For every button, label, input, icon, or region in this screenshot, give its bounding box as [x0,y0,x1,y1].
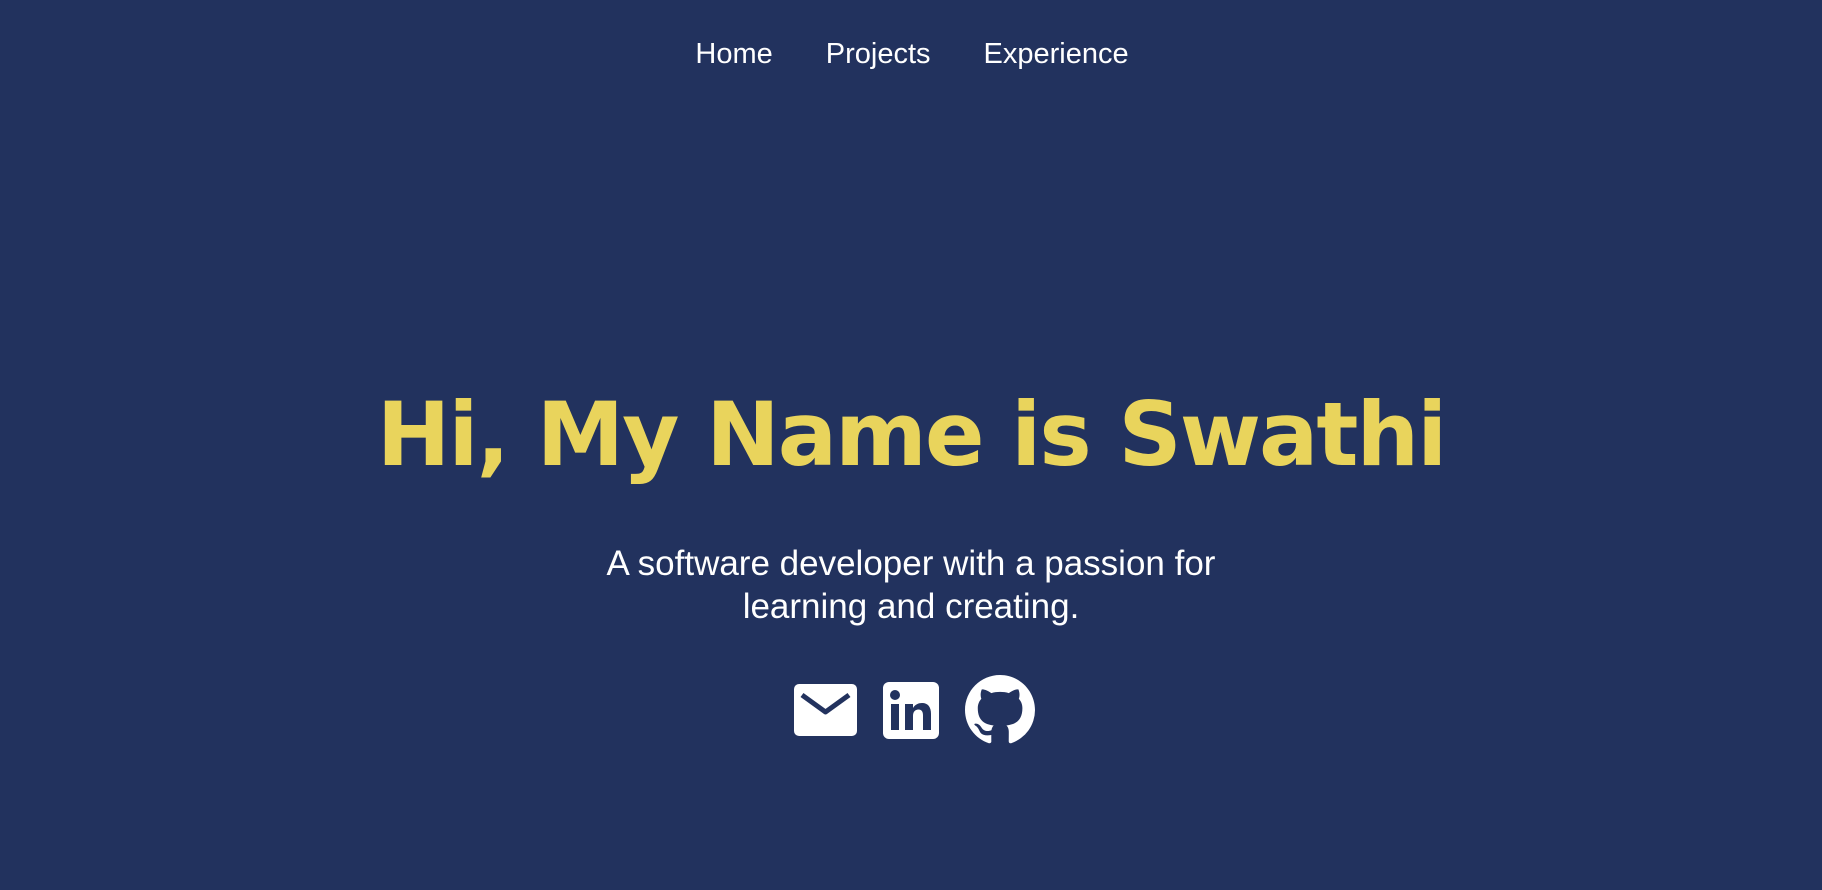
linkedin-link[interactable] [882,681,939,739]
nav-link-home[interactable]: Home [693,34,772,74]
email-link[interactable] [793,684,857,736]
nav-link-projects[interactable]: Projects [824,34,931,74]
main-nav: Home Projects Experience [0,34,1822,74]
github-link[interactable] [964,675,1035,745]
hero-title: Hi, My Name is Swathi [376,383,1448,486]
linkedin-icon [882,681,939,739]
nav-link-experience[interactable]: Experience [982,34,1129,74]
github-icon [964,675,1035,744]
social-links [0,675,1822,745]
hero-subtitle: A software developer with a passion for … [606,544,1216,626]
mail-icon [793,684,857,736]
